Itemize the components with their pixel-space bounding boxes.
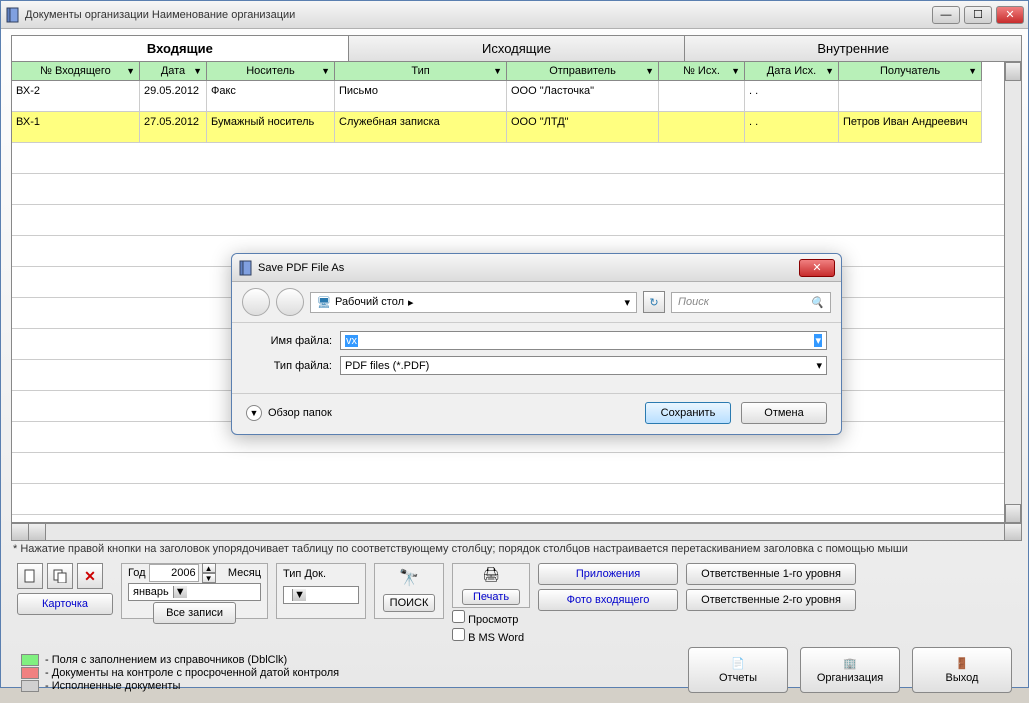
- copy-icon: [53, 569, 67, 583]
- browse-toggle[interactable]: ▼: [246, 405, 262, 421]
- search-input[interactable]: Поиск 🔍: [671, 292, 831, 313]
- search-panel: 🔭 ПОИСК: [374, 563, 444, 619]
- browse-label[interactable]: Обзор папок: [268, 407, 332, 419]
- year-up[interactable]: ▲: [202, 563, 216, 573]
- search-icon: 🔍: [810, 296, 824, 309]
- tab-outgoing[interactable]: Исходящие: [349, 36, 686, 61]
- chevron-down-icon: ▼: [173, 586, 187, 598]
- doctype-combo[interactable]: ▼: [283, 586, 359, 604]
- close-button[interactable]: ✕: [996, 6, 1024, 24]
- binoculars-icon: 🔭: [399, 568, 419, 588]
- org-button[interactable]: 🏢Организация: [800, 647, 900, 693]
- col-outdate[interactable]: Дата Исх.▼: [745, 62, 839, 81]
- cancel-button[interactable]: Отмена: [741, 402, 827, 424]
- filename-label: Имя файла:: [246, 335, 332, 347]
- chevron-down-icon: ▾: [624, 296, 630, 309]
- col-outnum[interactable]: № Исх.▼: [659, 62, 745, 81]
- preview-checkbox[interactable]: Просмотр: [452, 610, 530, 626]
- document-icon: [23, 569, 37, 583]
- print-panel: 🖨 Печать: [452, 563, 530, 608]
- search-button[interactable]: ПОИСК: [383, 594, 436, 612]
- copy-button[interactable]: [47, 563, 73, 589]
- chevron-right-icon: ▸: [408, 296, 414, 309]
- forward-button[interactable]: [276, 288, 304, 316]
- report-icon: 📄: [731, 657, 745, 670]
- month-combo[interactable]: январь▼: [128, 583, 261, 601]
- vertical-scrollbar[interactable]: [1004, 62, 1021, 523]
- attachments-button[interactable]: Приложения: [538, 563, 678, 585]
- maximize-button[interactable]: ☐: [964, 6, 992, 24]
- titlebar: Документы организации Наименование орган…: [1, 1, 1028, 29]
- photo-button[interactable]: Фото входящего: [538, 589, 678, 611]
- tabs: Входящие Исходящие Внутренние: [11, 35, 1022, 62]
- reports-button[interactable]: 📄Отчеты: [688, 647, 788, 693]
- resp1-button[interactable]: Ответственные 1-го уровня: [686, 563, 856, 585]
- exit-icon: 🚪: [955, 657, 969, 670]
- filetype-label: Тип файла:: [246, 360, 332, 372]
- table-row[interactable]: ВХ-2 29.05.2012 Факс Письмо ООО "Ласточк…: [12, 81, 1004, 112]
- swatch-gray: [21, 680, 39, 692]
- refresh-icon: ↻: [649, 296, 658, 309]
- hint-text: * Нажатие правой кнопки на заголовок упо…: [11, 541, 1022, 559]
- window-title: Документы организации Наименование орган…: [25, 9, 932, 21]
- org-icon: 🏢: [843, 657, 857, 670]
- all-records-button[interactable]: Все записи: [153, 602, 236, 624]
- print-button[interactable]: Печать: [462, 589, 520, 605]
- year-label: Год: [128, 567, 146, 579]
- msword-checkbox[interactable]: В MS Word: [452, 628, 530, 644]
- back-button[interactable]: [242, 288, 270, 316]
- x-icon: ✕: [84, 568, 96, 585]
- dialog-close-button[interactable]: ✕: [799, 259, 835, 277]
- doctype-label: Тип Док.: [283, 568, 326, 580]
- dialog-title: Save PDF File As: [258, 262, 799, 274]
- horizontal-scrollbar[interactable]: [11, 524, 1022, 541]
- card-button[interactable]: Карточка: [17, 593, 113, 615]
- col-number[interactable]: № Входящего▼: [12, 62, 140, 81]
- month-label: Месяц: [228, 567, 261, 579]
- year-down[interactable]: ▼: [202, 573, 216, 583]
- swatch-red: [21, 667, 39, 679]
- tab-internal[interactable]: Внутренние: [685, 36, 1021, 61]
- chevron-down-icon: ▼: [292, 589, 306, 601]
- printer-icon: 🖨: [482, 566, 500, 583]
- minimize-button[interactable]: —: [932, 6, 960, 24]
- chevron-down-icon: ▾: [814, 334, 822, 347]
- col-media[interactable]: Носитель▼: [207, 62, 335, 81]
- filename-input[interactable]: vx▾: [340, 331, 827, 350]
- new-button[interactable]: [17, 563, 43, 589]
- chevron-down-icon: ▼: [250, 408, 259, 418]
- year-month-panel: Год ▲ ▼ Месяц январь▼ Все записи: [121, 563, 268, 619]
- table-row[interactable]: ВХ-1 27.05.2012 Бумажный носитель Служеб…: [12, 112, 1004, 143]
- save-dialog: Save PDF File As ✕ 🖥 Рабочий стол ▸ ▾ ↻ …: [231, 253, 842, 435]
- chevron-down-icon: ▾: [816, 359, 822, 372]
- app-icon: [5, 7, 21, 23]
- path-box[interactable]: 🖥 Рабочий стол ▸ ▾: [310, 292, 637, 313]
- delete-button[interactable]: ✕: [77, 563, 103, 589]
- filetype-combo[interactable]: PDF files (*.PDF)▾: [340, 356, 827, 375]
- exit-button[interactable]: 🚪Выход: [912, 647, 1012, 693]
- resp2-button[interactable]: Ответственные 2-го уровня: [686, 589, 856, 611]
- desktop-icon: 🖥: [317, 296, 331, 309]
- col-recipient[interactable]: Получатель▼: [839, 62, 982, 81]
- main-window: Документы организации Наименование орган…: [0, 0, 1029, 688]
- year-input[interactable]: [149, 564, 199, 582]
- col-sender[interactable]: Отправитель▼: [507, 62, 659, 81]
- col-type[interactable]: Тип▼: [335, 62, 507, 81]
- tab-incoming[interactable]: Входящие: [12, 36, 349, 61]
- doctype-panel: Тип Док. ▼: [276, 563, 366, 619]
- col-date[interactable]: Дата▼: [140, 62, 207, 81]
- save-button[interactable]: Сохранить: [645, 402, 731, 424]
- app-icon: [238, 260, 254, 276]
- swatch-green: [21, 654, 39, 666]
- refresh-button[interactable]: ↻: [643, 291, 665, 313]
